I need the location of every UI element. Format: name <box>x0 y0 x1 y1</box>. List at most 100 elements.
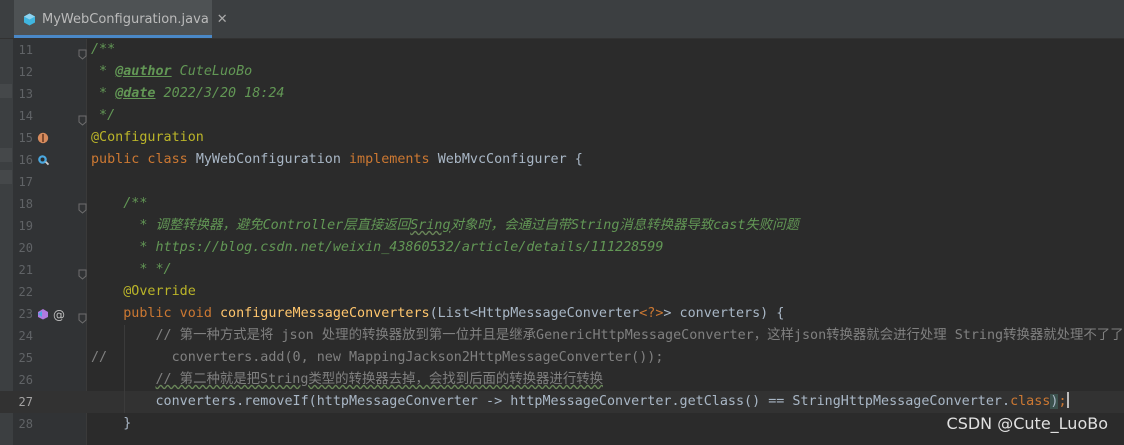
code-text: /** <box>91 193 147 215</box>
line-number[interactable]: 25 <box>13 347 33 369</box>
svg-text:@: @ <box>53 308 65 321</box>
fold-marker-icon[interactable] <box>78 264 87 280</box>
code-text: public void configureMessageConverters(L… <box>91 303 784 325</box>
line-number[interactable]: 15 <box>13 127 33 149</box>
code-token: @author <box>115 64 172 79</box>
code-line[interactable]: 16 public class MyWebConfiguration implem… <box>0 149 1124 171</box>
code-text: // 第一种方式是将 json 处理的转换器放到第一位并且是继承GenericH… <box>91 325 1124 347</box>
line-number[interactable]: 18 <box>13 193 33 215</box>
line-number[interactable]: 20 <box>13 237 33 259</box>
code-line[interactable]: 11 /** <box>0 39 1124 61</box>
code-line[interactable]: 15 @Configuration <box>0 127 1124 149</box>
code-line[interactable]: 20 * https://blog.csdn.net/weixin_438605… <box>0 237 1124 259</box>
active-tab-indicator <box>14 35 212 38</box>
code-token: class <box>1010 394 1051 409</box>
line-number[interactable]: 11 <box>13 39 33 61</box>
code-text: /** <box>91 39 115 61</box>
line-number[interactable]: 24 <box>13 325 33 347</box>
bean-search-icon[interactable] <box>37 149 50 171</box>
code-text: @Override <box>91 281 196 303</box>
line-number[interactable]: 14 <box>13 105 33 127</box>
code-token: 2022/3/20 18:24 <box>155 86 285 101</box>
line-number[interactable]: 12 <box>13 61 33 83</box>
code-editor[interactable]: 11/** 12 * @author CuteLuoBo 13 * @date 20… <box>0 39 1124 435</box>
code-text: */ <box>91 105 115 127</box>
code-token: Sring <box>410 218 451 233</box>
code-token: implements <box>349 152 438 167</box>
code-line[interactable]: 26 // 第二种就是把String类型的转换器去掉，会找到后面的转换器进行转换 <box>0 369 1124 391</box>
code-text: converters.removeIf(httpMessageConverter… <box>91 391 1069 413</box>
tab-filename: MyWebConfiguration.java <box>42 11 209 27</box>
code-line[interactable]: 27 converters.removeIf(httpMessageConver… <box>0 391 1124 413</box>
code-token: // 第一种方式是将 json 处理的转换器放到第一位并且是继承GenericH… <box>155 328 1124 343</box>
fold-marker-icon[interactable] <box>78 110 87 126</box>
line-number[interactable]: 21 <box>13 259 33 281</box>
code-token: * <box>91 86 116 101</box>
tab-mywebconfiguration[interactable]: MyWebConfiguration.java ✕ <box>14 0 228 38</box>
line-number[interactable]: 17 <box>13 171 33 193</box>
code-line[interactable]: 25 // converters.add(0, new MappingJackso… <box>0 347 1124 369</box>
code-line[interactable]: 22 @Override <box>0 281 1124 303</box>
code-token: (List<HttpMessageConverter <box>429 306 640 321</box>
code-line[interactable]: 23 @ public void configureMessageConverte… <box>0 303 1124 325</box>
code-text: * @author CuteLuoBo <box>91 61 252 83</box>
fold-marker-icon[interactable] <box>78 44 87 60</box>
code-text: // 第二种就是把String类型的转换器去掉，会找到后面的转换器进行转换 <box>91 369 604 391</box>
fold-marker-icon[interactable] <box>78 308 87 324</box>
code-text: @Configuration <box>91 127 204 149</box>
code-token: converters.removeIf(httpMessageConverter… <box>91 394 1011 409</box>
fold-marker-icon[interactable] <box>78 198 87 214</box>
code-text: * */ <box>91 259 172 281</box>
line-number[interactable]: 26 <box>13 369 33 391</box>
code-token: /** <box>123 196 148 211</box>
code-text: * @date 2022/3/20 18:24 <box>91 83 285 105</box>
code-line[interactable]: 17 <box>0 171 1124 193</box>
code-token: public void <box>123 306 220 321</box>
code-token: /** <box>91 42 116 57</box>
code-line[interactable]: 19 * 调整转换器，避免Controller层直接返回Sring对象时，会通过… <box>0 215 1124 237</box>
code-token: MyWebConfiguration <box>195 152 349 167</box>
editor-tab-bar: MyWebConfiguration.java ✕ <box>0 0 1124 39</box>
code-line[interactable]: 21 * */ <box>0 259 1124 281</box>
code-token: * <box>91 64 116 79</box>
code-token: * https://blog.csdn.net/weixin_43860532/… <box>123 240 664 255</box>
code-line[interactable]: 24 // 第一种方式是将 json 处理的转换器放到第一位并且是继承Gener… <box>0 325 1124 347</box>
line-number[interactable]: 22 <box>13 281 33 303</box>
code-text: public class MyWebConfiguration implemen… <box>91 149 583 171</box>
code-line[interactable]: 12 * @author CuteLuoBo <box>0 61 1124 83</box>
line-number[interactable]: 13 <box>13 83 33 105</box>
code-token: * */ <box>123 262 172 277</box>
code-token: @Override <box>123 284 196 299</box>
code-token: <?> <box>639 306 664 321</box>
line-number[interactable]: 28 <box>13 413 33 435</box>
line-number[interactable]: 27 <box>13 391 33 413</box>
code-token: public class <box>91 152 196 167</box>
line-number[interactable]: 23 <box>13 303 33 325</box>
implement-method-icon[interactable] <box>37 303 49 325</box>
code-token: ; <box>1058 394 1067 409</box>
bean-config-icon[interactable] <box>37 127 49 149</box>
line-number[interactable]: 19 <box>13 215 33 237</box>
code-text: } <box>91 413 131 435</box>
line-number[interactable]: 16 <box>13 149 33 171</box>
override-at-icon[interactable]: @ <box>53 303 66 325</box>
text-caret <box>1066 392 1069 408</box>
code-token: @Configuration <box>91 130 204 145</box>
code-token: // converters.add(0, new MappingJackson2… <box>91 350 664 365</box>
code-text: * https://blog.csdn.net/weixin_43860532/… <box>91 237 663 259</box>
code-text: // converters.add(0, new MappingJackson2… <box>91 347 663 369</box>
code-token: 对象时，会通过自带String消息转换器导致cast失败问题 <box>450 218 799 233</box>
code-line[interactable]: 14 */ <box>0 105 1124 127</box>
code-token: * 调整转换器，避免Controller层直接返回 <box>123 218 411 233</box>
close-tab-icon[interactable]: ✕ <box>217 12 228 27</box>
code-line[interactable]: 18 /** <box>0 193 1124 215</box>
code-line[interactable]: 13 * @date 2022/3/20 18:24 <box>0 83 1124 105</box>
code-token: @date <box>115 86 156 101</box>
